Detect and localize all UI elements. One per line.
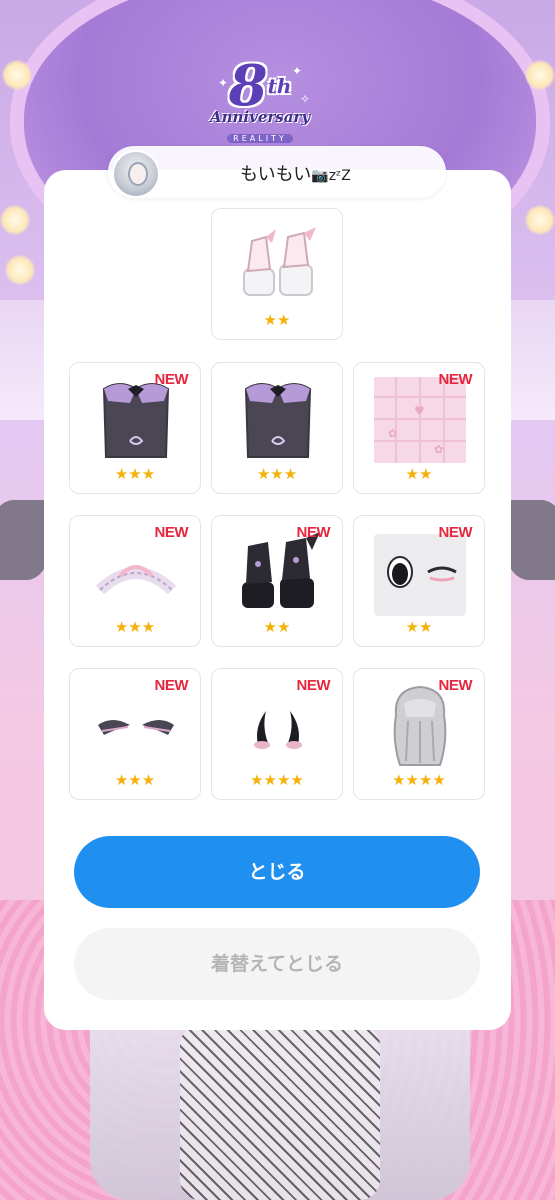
logo-subtitle: REALITY <box>227 134 293 143</box>
svg-text:♥: ♥ <box>414 404 425 418</box>
star-rating: ★★★ <box>114 771 156 789</box>
reward-modal: ★★ NEW ★★★ ★★★ ♥ ✿ ✿ NEW ★★ NEW ★★★ NEW … <box>44 170 511 1030</box>
star-rating: ★★ <box>263 311 291 329</box>
user-name: もいもい📷zᶻZ <box>240 160 351 186</box>
anniversary-logo: ✦ ✦ ✧ 8th Anniversary REALITY <box>200 58 320 158</box>
avatar <box>112 150 160 198</box>
new-badge: NEW <box>438 371 473 388</box>
new-badge: NEW <box>438 524 473 541</box>
star-rating: ★★★ <box>114 465 156 483</box>
new-badge: NEW <box>154 524 189 541</box>
item-card[interactable]: NEW ★★★ <box>69 362 201 494</box>
item-card[interactable]: NEW ★★★ <box>69 668 201 800</box>
stage-light <box>525 205 555 235</box>
new-badge: NEW <box>296 524 331 541</box>
item-card[interactable]: ★★★ <box>211 362 343 494</box>
frill-headband-icon <box>95 565 177 595</box>
star-rating: ★★★★ <box>392 771 446 789</box>
star-rating: ★★ <box>263 618 291 636</box>
item-card[interactable]: NEW ★★ <box>211 515 343 647</box>
corset-top-icon <box>102 383 170 458</box>
black-platform-boots-icon <box>242 532 320 608</box>
star-rating: ★★★ <box>114 618 156 636</box>
new-badge: NEW <box>154 371 189 388</box>
item-card[interactable]: ♥ ✿ ✿ NEW ★★ <box>353 362 485 494</box>
new-badge: NEW <box>438 677 473 694</box>
small-wings-icon <box>98 720 174 735</box>
item-card[interactable]: ★★ <box>211 208 343 340</box>
star-rating: ★★ <box>405 618 433 636</box>
stage-light <box>0 205 30 235</box>
item-card[interactable]: NEW ★★★★ <box>211 668 343 800</box>
new-badge: NEW <box>296 677 331 694</box>
stage-light <box>5 255 35 285</box>
item-card[interactable]: NEW ★★★ <box>69 515 201 647</box>
item-card[interactable]: NEW ★★ <box>353 515 485 647</box>
quilted-background-icon: ♥ ✿ ✿ <box>374 377 466 463</box>
star-rating: ★★★ <box>256 465 298 483</box>
long-hair-icon <box>393 685 447 766</box>
star-rating: ★★★★ <box>250 771 304 789</box>
camera-sleep-icon: 📷zᶻZ <box>311 168 351 184</box>
svg-text:✿: ✿ <box>388 427 397 440</box>
corset-top-icon <box>244 383 312 458</box>
logo-title: Anniversary <box>209 108 311 126</box>
avatar-legs <box>180 1025 380 1200</box>
avatar-wing-left <box>0 500 50 580</box>
avatar-wing-right <box>505 500 555 580</box>
user-profile-pill: もいもい📷zᶻZ <box>108 146 446 198</box>
item-card[interactable]: NEW ★★★★ <box>353 668 485 800</box>
demon-horns-icon <box>254 711 302 749</box>
user-name-text: もいもい <box>240 164 312 185</box>
avatar-face-icon <box>128 162 148 186</box>
svg-text:✿: ✿ <box>434 443 443 456</box>
close-button[interactable]: とじる <box>74 836 480 908</box>
platform-boots-icon <box>243 227 316 296</box>
wink-eyes-icon <box>374 534 466 616</box>
change-and-close-button[interactable]: 着替えてとじる <box>74 928 480 1000</box>
stage-light <box>525 60 555 90</box>
stage-light <box>2 60 32 90</box>
star-rating: ★★ <box>405 465 433 483</box>
new-badge: NEW <box>154 677 189 694</box>
